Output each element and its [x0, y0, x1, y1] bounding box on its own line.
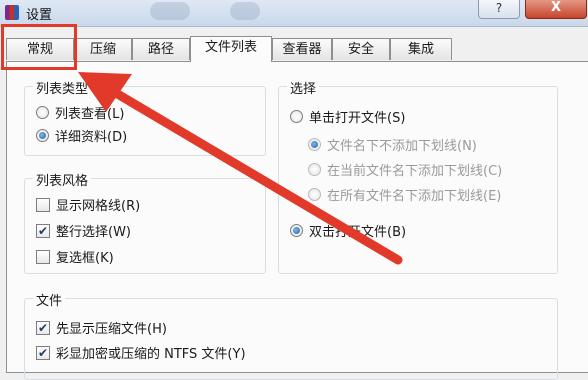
selection-title: 选择 [287, 78, 320, 97]
checkbox-label: 复选框(K) [56, 251, 114, 266]
radio-indicator[interactable] [36, 106, 49, 119]
list-type-title: 列表类型 [33, 78, 92, 97]
checkbox-label: 彩显加密或压缩的 NTFS 文件(Y) [56, 347, 246, 362]
checkbox-indicator[interactable] [36, 249, 50, 264]
radio-label: 列表查看(L) [55, 107, 125, 122]
help-button[interactable]: ? [478, 0, 520, 19]
no-underline-radio[interactable]: 文件名下不添加下划线(N) [308, 135, 477, 154]
highlight-ntfs-checkbox[interactable]: ✔ 彩显加密或压缩的 NTFS 文件(Y) [36, 343, 246, 362]
checkbox-indicator[interactable] [36, 197, 50, 212]
radio-indicator[interactable] [290, 110, 303, 123]
radio-label: 在所有文件名下添加下划线(E) [327, 189, 502, 204]
radio-indicator[interactable] [308, 188, 321, 201]
details-radio[interactable]: 详细资料(D) [36, 126, 127, 145]
winrar-app-icon [5, 5, 19, 20]
underline-all-radio[interactable]: 在所有文件名下添加下划线(E) [308, 185, 501, 204]
tab-paths[interactable]: 路径 [132, 38, 190, 60]
titlebar-decoration [150, 2, 190, 20]
checkboxes-checkbox[interactable]: 复选框(K) [36, 247, 114, 266]
tab-compression[interactable]: 压缩 [74, 38, 132, 60]
full-row-select-checkbox[interactable]: ✔ 整行选择(W) [36, 221, 131, 240]
list-view-radio[interactable]: 列表查看(L) [36, 103, 124, 122]
files-title: 文件 [33, 290, 66, 309]
checkbox-indicator[interactable]: ✔ [36, 320, 50, 335]
double-click-radio[interactable]: 双击打开文件(B) [290, 221, 406, 240]
tab-file-list[interactable]: 文件列表 [190, 36, 272, 62]
window-title: 设置 [26, 8, 53, 23]
list-style-title: 列表风格 [33, 170, 92, 189]
title-bar: 设置 ? X [0, 0, 588, 27]
checkbox-indicator[interactable]: ✔ [36, 223, 50, 238]
underline-current-radio[interactable]: 在当前文件名下添加下划线(C) [308, 160, 502, 179]
tab-strip: 常规 压缩 路径 文件列表 查看器 安全 集成 [0, 36, 588, 62]
radio-indicator[interactable] [290, 224, 303, 237]
show-archives-first-checkbox[interactable]: ✔ 先显示压缩文件(H) [36, 318, 167, 337]
tab-integration[interactable]: 集成 [390, 38, 452, 60]
radio-indicator[interactable] [308, 138, 321, 151]
single-click-radio[interactable]: 单击打开文件(S) [290, 107, 405, 126]
tab-viewer[interactable]: 查看器 [272, 38, 332, 60]
checkbox-label: 整行选择(W) [56, 225, 131, 240]
titlebar-decoration [230, 2, 260, 20]
radio-indicator[interactable] [36, 129, 49, 142]
checkbox-indicator[interactable]: ✔ [36, 345, 50, 360]
radio-label: 详细资料(D) [55, 130, 128, 145]
tab-security[interactable]: 安全 [332, 38, 390, 60]
annotation-highlight-box [1, 24, 77, 70]
radio-indicator[interactable] [308, 163, 321, 176]
close-button[interactable]: X [525, 0, 587, 19]
radio-label: 双击打开文件(B) [309, 225, 407, 240]
radio-label: 在当前文件名下添加下划线(C) [327, 164, 503, 179]
radio-label: 单击打开文件(S) [309, 111, 406, 126]
checkbox-label: 显示网格线(R) [56, 199, 141, 214]
show-gridlines-checkbox[interactable]: 显示网格线(R) [36, 195, 140, 214]
radio-label: 文件名下不添加下划线(N) [327, 139, 477, 154]
files-group: 文件 [24, 290, 558, 380]
checkbox-label: 先显示压缩文件(H) [56, 322, 167, 337]
